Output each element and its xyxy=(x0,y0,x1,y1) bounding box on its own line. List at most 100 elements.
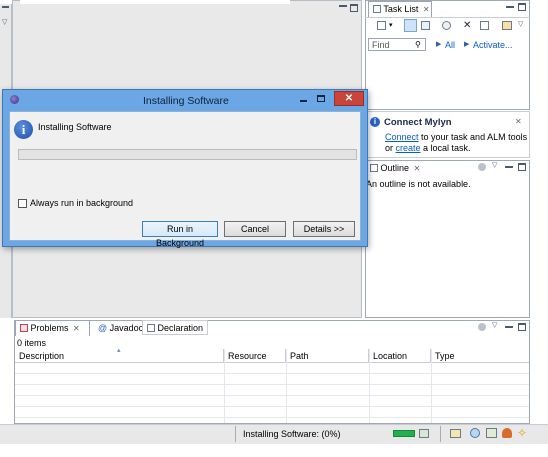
categorized-view-icon[interactable] xyxy=(404,19,417,32)
installing-dialog: Installing Software ✕ i Installing Softw… xyxy=(2,89,368,248)
task-list-maximize-button[interactable] xyxy=(518,3,526,11)
mylyn-line1-text: to your task and ALM tools xyxy=(418,132,528,142)
minimize-icon[interactable] xyxy=(2,6,9,8)
connect-link[interactable]: Connect xyxy=(385,132,419,142)
dialog-minimize-button[interactable] xyxy=(297,94,309,104)
close-icon[interactable]: ✕ xyxy=(414,164,421,173)
view-menu-icon[interactable]: ▽ xyxy=(518,20,523,28)
task-list-area xyxy=(366,53,529,109)
dialog-body: i Installing Software Always run in back… xyxy=(9,111,361,248)
table-row xyxy=(15,363,529,374)
column-header-description[interactable]: Description ▴ xyxy=(15,347,224,363)
image-icon[interactable] xyxy=(486,428,497,438)
activate-dropdown-arrow-icon[interactable]: ▶ xyxy=(464,40,469,48)
problems-maximize-button[interactable] xyxy=(518,323,526,331)
presentation-icon[interactable] xyxy=(502,21,512,30)
details-button[interactable]: Details >> xyxy=(293,221,355,237)
run-in-background-button[interactable]: Run in Background xyxy=(142,221,218,248)
always-run-background-label[interactable]: Always run in background xyxy=(30,198,133,208)
minimize-icon xyxy=(300,100,307,102)
star-icon[interactable]: ✧ xyxy=(517,426,527,440)
mylyn-line-2: or create a local task. xyxy=(385,143,471,153)
column-header-resource[interactable]: Resource xyxy=(224,349,286,363)
close-icon[interactable]: ✕ xyxy=(423,5,430,14)
outline-gear-icon[interactable] xyxy=(478,163,486,171)
problems-minimize-button[interactable] xyxy=(505,326,513,328)
info-icon: i xyxy=(370,117,380,127)
column-divider xyxy=(224,349,225,423)
table-row xyxy=(15,374,529,385)
column-divider xyxy=(286,349,287,423)
editor-maximize-button[interactable] xyxy=(350,4,358,12)
cancel-button[interactable]: Cancel xyxy=(224,221,286,237)
all-filter-link[interactable]: All xyxy=(445,40,455,50)
connect-mylyn-title: Connect Mylyn xyxy=(384,117,452,128)
column-divider xyxy=(369,349,370,423)
status-progress-bar[interactable] xyxy=(393,430,415,437)
outline-minimize-button[interactable] xyxy=(505,166,513,168)
outline-view-menu-icon[interactable]: ▽ xyxy=(492,161,497,169)
always-run-background-checkbox[interactable] xyxy=(18,199,27,208)
all-dropdown-arrow-icon[interactable]: ▶ xyxy=(436,40,441,48)
task-list-icon xyxy=(373,5,381,13)
column-location-label: Location xyxy=(373,351,408,361)
close-icon[interactable]: ✕ xyxy=(73,324,80,333)
problems-gear-icon[interactable] xyxy=(478,323,486,331)
users-icon[interactable] xyxy=(502,428,512,438)
column-header-type[interactable]: Type xyxy=(431,349,529,363)
create-link[interactable]: create xyxy=(396,143,421,153)
problems-icon xyxy=(20,324,28,332)
column-header-location[interactable]: Location xyxy=(369,349,431,363)
editor-minimize-button[interactable] xyxy=(339,5,347,12)
table-row xyxy=(15,407,529,418)
dialog-title: Installing Software xyxy=(143,95,229,107)
close-icon[interactable]: ✕ xyxy=(515,117,522,126)
bottom-blank xyxy=(0,444,548,457)
column-resource-label: Resource xyxy=(228,351,267,361)
collapse-icon[interactable] xyxy=(480,21,489,30)
outline-tab-label: Outline xyxy=(380,163,410,173)
mylyn-line2-text: a local task. xyxy=(420,143,471,153)
status-separator xyxy=(235,426,236,442)
maximize-icon xyxy=(317,95,325,102)
problems-table: Description ▴ Resource Path Location Typ… xyxy=(15,347,529,423)
task-list-tab-label: Task List xyxy=(383,4,419,14)
dialog-close-button[interactable]: ✕ xyxy=(334,91,364,106)
install-progress-bar xyxy=(18,149,357,160)
tab-outline[interactable]: Outline ✕ xyxy=(366,161,428,177)
activate-task-link[interactable]: Activate... xyxy=(473,40,513,50)
tab-declaration[interactable]: Declaration xyxy=(142,320,209,335)
find-input[interactable]: Find ⚲ xyxy=(368,38,426,51)
table-row xyxy=(15,396,529,407)
dialog-titlebar[interactable]: Installing Software ✕ xyxy=(3,90,367,110)
chevron-down-icon[interactable]: ▽ xyxy=(2,18,7,26)
new-task-dropdown-icon[interactable]: ▾ xyxy=(389,21,393,29)
new-task-icon[interactable] xyxy=(377,21,386,30)
problems-view-menu-icon[interactable]: ▽ xyxy=(492,321,497,329)
scheduled-view-icon[interactable] xyxy=(421,21,430,30)
find-input-placeholder: Find xyxy=(372,40,390,50)
sort-indicator-icon: ▴ xyxy=(117,347,121,354)
focus-icon[interactable] xyxy=(442,21,451,30)
status-text: Installing Software: (0%) xyxy=(243,429,341,439)
progress-view-icon[interactable] xyxy=(419,429,429,438)
column-path-label: Path xyxy=(290,351,309,361)
declaration-icon xyxy=(147,324,155,332)
column-divider xyxy=(431,349,432,423)
info-icon: i xyxy=(14,120,33,139)
trim-icon[interactable] xyxy=(450,429,461,438)
globe-icon[interactable] xyxy=(470,428,480,438)
column-header-path[interactable]: Path xyxy=(286,349,369,363)
dialog-maximize-button[interactable] xyxy=(315,94,327,104)
collapse-all-icon[interactable]: ✕ xyxy=(463,21,471,31)
tab-task-list[interactable]: Task List ✕ xyxy=(368,1,432,17)
task-list-minimize-button[interactable] xyxy=(506,6,514,8)
mylyn-line-1: Connect to your task and ALM tools xyxy=(385,132,527,142)
mylyn-line2-prefix: or xyxy=(385,143,396,153)
outline-message: An outline is not available. xyxy=(366,179,471,189)
tab-javadoc[interactable]: @ Javadoc xyxy=(94,320,147,336)
at-icon: @ xyxy=(98,323,108,333)
tab-problems[interactable]: Problems ✕ xyxy=(15,320,90,336)
outline-maximize-button[interactable] xyxy=(518,163,526,171)
declaration-tab-label: Declaration xyxy=(157,323,204,333)
